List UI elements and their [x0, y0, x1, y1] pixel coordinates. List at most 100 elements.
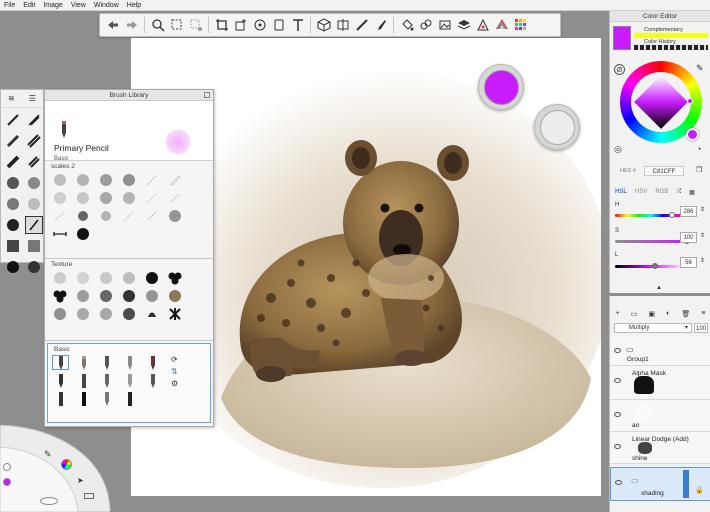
brush-tile[interactable] [74, 172, 91, 187]
visibility-icon[interactable] [614, 412, 621, 417]
no-color-icon[interactable]: ⊘ [614, 64, 625, 75]
brush-tile[interactable] [52, 391, 69, 406]
brush-swatch[interactable] [4, 258, 22, 276]
brush-tile[interactable] [166, 172, 183, 187]
brush-tile[interactable] [143, 190, 160, 205]
brush-tile[interactable] [74, 270, 91, 285]
brush-swatch[interactable] [25, 237, 43, 255]
layer-row-shading-selected[interactable]: ▭ shading 🔒 [610, 467, 710, 501]
sl-knob[interactable] [687, 98, 693, 104]
brush-swatch[interactable] [4, 216, 22, 234]
brush-tile[interactable] [51, 190, 68, 205]
zoom-icon[interactable] [149, 17, 166, 34]
brush-tile[interactable] [120, 306, 137, 321]
brush-tile[interactable] [97, 288, 114, 303]
brush-tile[interactable] [166, 270, 183, 285]
brush-swatch[interactable] [25, 153, 43, 171]
close-icon[interactable] [204, 92, 210, 98]
brush-tile[interactable] [143, 172, 160, 187]
layer-row-ao[interactable]: ao [610, 400, 710, 432]
brush-tile[interactable] [74, 226, 91, 241]
brush-tool-icon[interactable]: ✎ [44, 449, 52, 460]
brush-swatch[interactable] [25, 132, 43, 150]
lightness-slider-knob[interactable] [652, 263, 659, 269]
brush-tile[interactable] [97, 172, 114, 187]
canvas-icon[interactable] [270, 17, 287, 34]
eraser-icon[interactable] [84, 493, 94, 499]
tab-rgb[interactable]: RGB [655, 189, 668, 196]
complementary-swatch[interactable] [634, 33, 708, 38]
collapse-icon[interactable]: ▲ [656, 285, 662, 291]
color-puck-secondary[interactable] [534, 104, 580, 150]
layer-row-linear-dodge[interactable]: Linear Dodge (Add) shine [610, 432, 710, 464]
fill-icon[interactable] [398, 17, 415, 34]
image-layer-icon[interactable]: ▣ [648, 310, 655, 322]
brush-tile[interactable] [51, 172, 68, 187]
palette-icon[interactable] [474, 17, 491, 34]
visibility-icon[interactable] [614, 348, 621, 353]
tab-hsv[interactable]: HSV [635, 189, 647, 196]
swap-icon[interactable]: ⇅ [171, 367, 178, 376]
lasso-icon[interactable] [187, 17, 204, 34]
brush-tile[interactable] [51, 226, 68, 241]
redo-icon[interactable] [123, 17, 140, 34]
visibility-icon[interactable] [614, 444, 621, 449]
brush-tile[interactable] [74, 306, 91, 321]
brush-tile[interactable] [166, 208, 183, 223]
color-puck[interactable] [3, 478, 11, 486]
layer-row-alpha-mask[interactable]: Alpha Mask [610, 366, 710, 400]
brush-tile[interactable] [51, 288, 68, 303]
brush-tile[interactable] [51, 270, 68, 285]
brush-tile[interactable] [166, 190, 183, 205]
brush-tile[interactable] [98, 355, 115, 370]
sync-icon[interactable]: ⟳ [171, 355, 178, 364]
brush-tile[interactable] [51, 208, 68, 223]
brush-tile[interactable] [144, 373, 161, 388]
brush-swatch[interactable] [4, 132, 22, 150]
hex-input[interactable]: C81CFF [644, 166, 684, 176]
menu-view[interactable]: View [71, 2, 86, 9]
brush-tile[interactable] [52, 373, 69, 388]
text-icon[interactable] [289, 17, 306, 34]
brush-tile[interactable] [121, 391, 138, 406]
brush-tile[interactable] [143, 270, 160, 285]
brush-swatch[interactable] [25, 174, 43, 192]
brush-swatch[interactable] [4, 111, 22, 129]
brush-tile[interactable] [121, 355, 138, 370]
hue-slider-knob[interactable] [668, 212, 675, 218]
color-wheel[interactable] [620, 61, 702, 143]
brush-tile[interactable] [166, 306, 183, 321]
h-stepper-icon[interactable]: ⇕ [700, 206, 705, 213]
ruler-icon[interactable] [353, 17, 370, 34]
menu-window[interactable]: Window [94, 2, 119, 9]
brush-tile[interactable] [51, 306, 68, 321]
brush-tile[interactable] [144, 355, 161, 370]
brush-tile[interactable] [120, 172, 137, 187]
shuffle-icon[interactable]: ⤮ [676, 189, 681, 196]
menu-edit[interactable]: Edit [23, 2, 35, 9]
brush-tile[interactable] [120, 190, 137, 205]
brush-swatch[interactable] [4, 174, 22, 192]
brush-swatch[interactable] [4, 237, 22, 255]
tab-hsl[interactable]: HSL [615, 189, 627, 196]
cursor-icon[interactable]: ➤ [77, 476, 84, 485]
brush-tile[interactable] [120, 208, 137, 223]
select-icon[interactable] [168, 17, 185, 34]
copy-icon[interactable]: ❐ [696, 166, 702, 174]
settings-icon[interactable]: ⚙ [171, 379, 178, 388]
brush-swatch-selected[interactable] [25, 216, 43, 234]
menu-icon[interactable]: ≡ [701, 310, 705, 322]
brush-tile[interactable] [97, 306, 114, 321]
brush-size-puck[interactable] [3, 463, 11, 471]
mask-icon[interactable]: ◐ [666, 310, 670, 322]
brush-icon[interactable] [372, 17, 389, 34]
menu-file[interactable]: File [4, 2, 15, 9]
color-wheel-icon[interactable] [493, 17, 510, 34]
brush-tile[interactable] [74, 288, 91, 303]
lock-icon[interactable]: 🔒 [695, 486, 704, 494]
copic-icon[interactable] [417, 17, 434, 34]
brush-tile[interactable] [120, 288, 137, 303]
add-group-icon[interactable]: ▭ [631, 310, 638, 322]
brush-swatch[interactable] [25, 258, 43, 276]
layer-scroll-handle[interactable] [683, 470, 689, 498]
